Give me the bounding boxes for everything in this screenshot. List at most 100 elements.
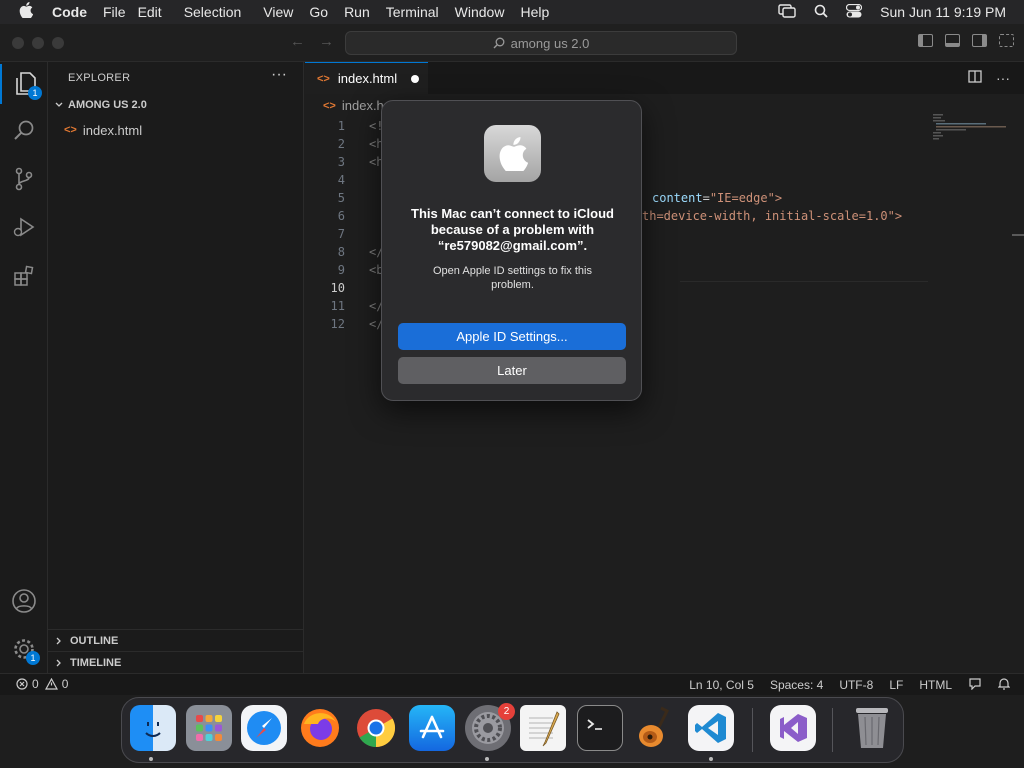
customize-layout-icon[interactable] (999, 34, 1014, 47)
menu-terminal[interactable]: Terminal (386, 4, 449, 20)
menu-help[interactable]: Help (520, 4, 559, 20)
notifications-bell-icon[interactable] (997, 677, 1011, 693)
line-number: 3 (337, 155, 345, 169)
chevron-right-icon (56, 659, 61, 666)
apple-logo-icon (484, 125, 541, 182)
window-titlebar: ← → among us 2.0 (0, 24, 1024, 62)
sidebar-title: EXPLORER (68, 72, 131, 84)
search-icon (493, 37, 505, 49)
dock-finder-icon[interactable] (130, 705, 176, 751)
menu-window[interactable]: Window (455, 4, 515, 20)
screen-mirroring-icon[interactable] (778, 3, 796, 21)
activity-extensions[interactable] (0, 256, 48, 296)
more-actions-icon[interactable]: ··· (271, 66, 287, 84)
back-arrow-icon[interactable]: ← (290, 33, 305, 50)
dock-trash-icon[interactable] (849, 705, 895, 751)
window-controls (12, 37, 64, 49)
later-button[interactable]: Later (398, 357, 626, 384)
dock-app-store-icon[interactable] (409, 705, 455, 751)
explorer-badge: 1 (28, 86, 42, 100)
menu-go[interactable]: Go (309, 4, 338, 20)
tab-index-html[interactable]: <> index.html (305, 62, 428, 94)
status-bar: 0 0 Ln 10, Col 5 Spaces: 4 UTF-8 LF HTML (0, 673, 1024, 695)
activity-manage[interactable]: 1 (0, 629, 48, 669)
menu-run[interactable]: Run (344, 4, 380, 20)
dock-terminal-icon[interactable] (577, 705, 623, 751)
line-number-current: 10 (330, 281, 345, 295)
dock-safari-icon[interactable] (241, 705, 287, 751)
line-number: 12 (330, 317, 345, 331)
toggle-panel-icon[interactable] (945, 34, 960, 47)
line-number: 11 (330, 299, 345, 313)
warning-count: 0 (61, 677, 69, 691)
line-number: 8 (337, 245, 345, 259)
extensions-icon (14, 265, 34, 286)
dock-separator (832, 708, 833, 752)
dock-firefox-icon[interactable] (297, 705, 343, 751)
dialog-title: This Mac can’t connect to iCloud because… (411, 206, 614, 253)
zoom-window-button[interactable] (52, 37, 64, 49)
dock-visual-studio-icon[interactable] (770, 705, 816, 751)
dock-launchpad-icon[interactable] (186, 705, 232, 751)
chevron-right-icon (56, 637, 61, 644)
toggle-secondary-sidebar-icon[interactable] (972, 34, 987, 47)
end-of-line[interactable]: LF (889, 678, 903, 692)
html-file-icon: <> (64, 124, 77, 136)
file-item-label: index.html (82, 122, 143, 138)
timeline-section[interactable]: TIMELINE (48, 651, 303, 673)
command-center-search[interactable]: among us 2.0 (345, 31, 737, 55)
dock-textedit-icon[interactable] (520, 705, 566, 751)
activity-explorer[interactable]: 1 (0, 64, 48, 104)
explorer-sidebar: EXPLORER ··· AMONG US 2.0 <> index.html … (48, 62, 304, 673)
menu-selection[interactable]: Selection (184, 4, 252, 20)
dock-running-indicator (709, 757, 713, 761)
status-bar-right: Ln 10, Col 5 Spaces: 4 UTF-8 LF HTML (689, 677, 1011, 693)
workspace-folder-label: AMONG US 2.0 (68, 99, 147, 111)
apple-id-settings-button[interactable]: Apple ID Settings... (398, 323, 626, 350)
close-window-button[interactable] (12, 37, 24, 49)
activity-source-control[interactable] (0, 159, 48, 199)
dock-vscode-icon[interactable] (688, 705, 734, 751)
dock-separator (752, 708, 753, 752)
line-number: 6 (337, 209, 345, 223)
indentation[interactable]: Spaces: 4 (770, 678, 823, 692)
minimize-window-button[interactable] (32, 37, 44, 49)
menu-bar: Code File Edit Selection View Go Run Ter… (0, 0, 1024, 24)
apple-menu-icon[interactable] (0, 1, 52, 23)
file-item-index-html[interactable]: <> index.html (64, 120, 142, 140)
split-editor-icon[interactable] (968, 70, 982, 86)
outline-section[interactable]: OUTLINE (48, 629, 303, 651)
cursor-position[interactable]: Ln 10, Col 5 (689, 678, 754, 692)
search-icon (14, 120, 34, 140)
line-number: 4 (337, 173, 345, 187)
dock: 2 (121, 697, 904, 763)
menu-app-name[interactable]: Code (52, 4, 97, 20)
menu-clock[interactable]: Sun Jun 11 9:19 PM (880, 4, 1006, 20)
dock-chrome-icon[interactable] (353, 705, 399, 751)
unsaved-dot-icon[interactable] (411, 74, 420, 83)
problems-indicator[interactable]: 0 0 (16, 677, 68, 691)
warning-icon (44, 678, 58, 690)
dock-garageband-icon[interactable] (632, 705, 678, 751)
feedback-icon[interactable] (968, 677, 982, 693)
menu-edit[interactable]: Edit (138, 4, 172, 20)
minimap[interactable] (933, 114, 1009, 144)
scrollbar-thumb[interactable] (1012, 234, 1024, 236)
activity-accounts[interactable] (0, 581, 48, 621)
menu-file[interactable]: File (103, 4, 136, 20)
menu-view[interactable]: View (263, 4, 303, 20)
forward-arrow-icon[interactable]: → (319, 33, 334, 50)
toggle-primary-sidebar-icon[interactable] (918, 34, 933, 47)
activity-search[interactable] (0, 110, 48, 150)
code-line-5: content="IE=edge"> (652, 191, 783, 205)
workspace-folder[interactable]: AMONG US 2.0 (54, 99, 147, 111)
code-line-6: th=device-width, initial-scale=1.0"> (642, 209, 903, 223)
encoding[interactable]: UTF-8 (839, 678, 873, 692)
spotlight-search-icon[interactable] (814, 4, 828, 21)
editor-actions: ··· (968, 70, 1010, 86)
chevron-down-icon (55, 102, 63, 107)
activity-run-debug[interactable] (0, 207, 48, 247)
control-center-icon[interactable] (846, 3, 863, 21)
language-mode[interactable]: HTML (919, 678, 952, 692)
more-editor-actions-icon[interactable]: ··· (996, 70, 1010, 86)
